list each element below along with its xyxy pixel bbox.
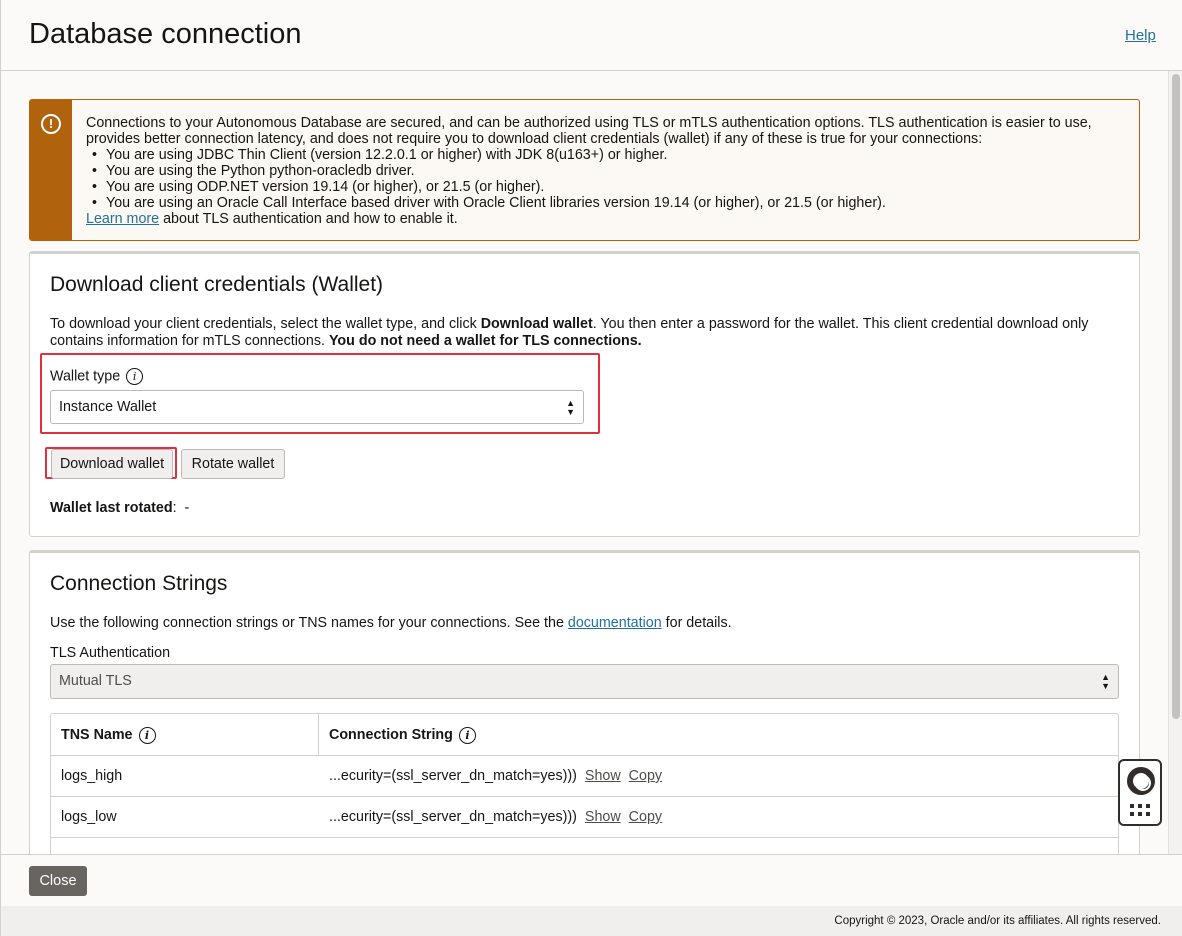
tls-warning-banner: ! Connections to your Autonomous Databas…	[29, 99, 1140, 241]
wallet-type-label-text: Wallet type	[50, 368, 121, 385]
table-row: logs_high ...ecurity=(ssl_server_dn_matc…	[51, 756, 1118, 797]
wallet-desc-text: To download your client credentials, sel…	[50, 316, 481, 332]
col-connection-string-text: Connection String	[329, 727, 453, 743]
tns-name-cell: logs_low	[61, 809, 117, 825]
warning-bar: !	[30, 100, 72, 240]
dialog-body[interactable]: ! Connections to your Autonomous Databas…	[0, 71, 1182, 854]
wallet-panel-title: Download client credentials (Wallet)	[50, 273, 384, 296]
tns-name-cell: logs_high	[61, 768, 123, 784]
copy-link[interactable]: Copy	[629, 809, 662, 825]
warning-icon: !	[41, 114, 61, 134]
help-link[interactable]: Help	[1125, 27, 1156, 44]
apps-grid-icon	[1130, 804, 1152, 818]
dialog-footer: Close	[0, 854, 1182, 906]
info-icon[interactable]: i	[458, 726, 476, 744]
help-widget[interactable]	[1118, 759, 1162, 826]
vertical-scrollbar[interactable]	[1168, 71, 1182, 854]
wallet-type-value: Instance Wallet	[59, 399, 157, 415]
col-tns-name-text: TNS Name	[61, 727, 133, 743]
wallet-desc-bold: Download wallet	[480, 316, 593, 332]
warning-message: Connections to your Autonomous Database …	[86, 115, 1126, 227]
copyright-text: Copyright © 2023, Oracle and/or its affi…	[834, 915, 1161, 927]
connection-strings-panel: Connection Strings Use the following con…	[29, 550, 1140, 854]
table-header: TNS Name i Connection String i	[51, 714, 1118, 756]
warning-bullet: You are using the Python python-oracledb…	[90, 163, 1126, 179]
connection-string-text: ...ecurity=(ssl_server_dn_match=yes)))	[329, 768, 577, 784]
copyright-bar: Copyright © 2023, Oracle and/or its affi…	[0, 906, 1182, 936]
connection-strings-title: Connection Strings	[50, 572, 228, 595]
conn-desc-text: for details.	[661, 615, 732, 631]
learn-more-tail: about TLS authentication and how to enab…	[159, 211, 458, 227]
dialog-header: Database connection Help	[0, 0, 1182, 71]
conn-desc-text: Use the following connection strings or …	[50, 615, 568, 631]
copy-link[interactable]: Copy	[629, 768, 662, 784]
chevron-updown-icon: ▲ ▼	[1101, 672, 1110, 691]
scrollbar-thumb[interactable]	[1172, 74, 1180, 719]
wallet-description: To download your client credentials, sel…	[50, 316, 1110, 350]
wallet-type-label: Wallet type i	[50, 368, 144, 385]
learn-more-link[interactable]: Learn more	[86, 211, 159, 227]
wallet-last-rotated-label: Wallet last rotated	[50, 500, 173, 516]
info-icon[interactable]: i	[138, 726, 156, 744]
lifering-icon	[1127, 767, 1155, 795]
tls-auth-select[interactable]: Mutual TLS ▲ ▼	[50, 664, 1119, 699]
warning-bullet: You are using an Oracle Call Interface b…	[90, 195, 1126, 211]
warning-bullet: You are using JDBC Thin Client (version …	[90, 147, 1126, 163]
warning-bullets: You are using JDBC Thin Client (version …	[90, 147, 1126, 211]
wallet-panel: Download client credentials (Wallet) To …	[29, 251, 1140, 537]
warning-intro: Connections to your Autonomous Database …	[86, 115, 1092, 147]
show-link[interactable]: Show	[585, 809, 621, 825]
tls-auth-label: TLS Authentication	[50, 645, 171, 661]
wallet-last-rotated-sep: :	[172, 500, 177, 516]
connection-string-cell: ...ecurity=(ssl_server_dn_match=yes))) Sh…	[319, 756, 662, 796]
wallet-last-rotated: Wallet last rotated: -	[50, 500, 189, 516]
connection-string-text: ...ecurity=(ssl_server_dn_match=yes)))	[329, 809, 577, 825]
col-tns-name: TNS Name i	[51, 714, 156, 756]
learn-more-line: Learn more about TLS authentication and …	[86, 211, 1126, 227]
chevron-updown-icon: ▲ ▼	[566, 398, 575, 417]
wallet-desc-bold: You do not need a wallet for TLS connect…	[328, 333, 642, 349]
info-icon[interactable]: i	[126, 368, 144, 385]
page-title: Database connection	[29, 18, 302, 50]
warning-bullet: You are using ODP.NET version 19.14 (or …	[90, 179, 1126, 195]
close-button[interactable]: Close	[29, 866, 87, 896]
tls-auth-value: Mutual TLS	[59, 673, 132, 689]
connection-strings-description: Use the following connection strings or …	[50, 615, 1110, 632]
wallet-last-rotated-value: -	[184, 500, 190, 516]
documentation-link[interactable]: documentation	[568, 615, 662, 631]
table-row: logs_low ...ecurity=(ssl_server_dn_match…	[51, 797, 1118, 838]
show-link[interactable]: Show	[585, 768, 621, 784]
connection-strings-table: TNS Name i Connection String i logs_high .…	[50, 713, 1119, 854]
connection-string-cell: ...ecurity=(ssl_server_dn_match=yes))) Sh…	[319, 797, 662, 837]
rotate-wallet-button[interactable]: Rotate wallet	[181, 449, 285, 479]
download-wallet-button[interactable]: Download wallet	[51, 449, 173, 479]
wallet-type-select[interactable]: Instance Wallet ▲ ▼	[50, 390, 584, 424]
col-connection-string: Connection String i	[319, 714, 476, 756]
